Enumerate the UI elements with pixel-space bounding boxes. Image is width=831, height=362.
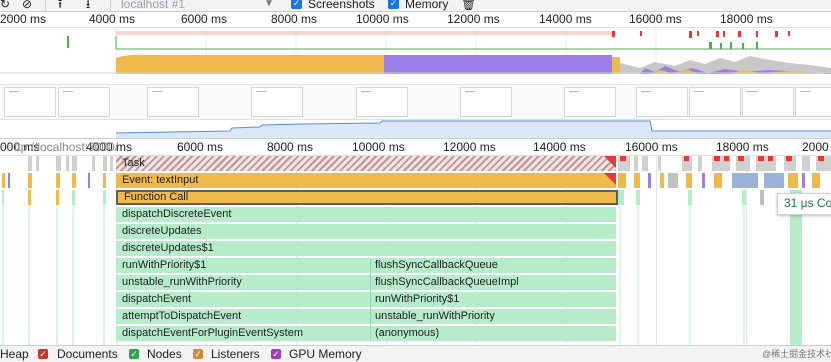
screenshot-thumbnail[interactable] — [795, 87, 831, 117]
main-tick: 8000 ms — [267, 140, 314, 154]
main-tick: 18000 ms — [716, 140, 769, 154]
duration-tooltip: 31 µs Co — [777, 193, 831, 215]
function-call-bar[interactable]: Function Call — [116, 190, 618, 205]
main-tick: 14000 ms — [533, 140, 586, 154]
overview-tick: 6000 ms — [181, 12, 228, 26]
flame-frame-label: (anonymous) — [375, 327, 440, 339]
screenshot-thumbnail[interactable] — [460, 87, 512, 117]
flame-frame-label: flushSyncCallbackQueueImpl — [375, 276, 519, 288]
overview-tick: 16000 ms — [629, 12, 682, 26]
flame-frame[interactable]: discreteUpdates — [116, 224, 616, 239]
main-tick: 6000 ms — [177, 140, 224, 154]
legend-listeners-label: Listeners — [211, 347, 260, 361]
reload-icon[interactable]: ↻ — [0, 0, 10, 11]
main-ruler: 000 ms 4000 ms 6000 ms 8000 ms 10000 ms … — [0, 140, 831, 156]
screenshot-thumbnail[interactable] — [356, 87, 408, 117]
legend-nodes-label: Nodes — [147, 347, 182, 361]
flame-frame[interactable]: dispatchDiscreteEvent — [116, 207, 616, 222]
flame-frame-label: unstable_runWithPriority — [375, 310, 495, 322]
flame-chart[interactable]: Task Event: textInput Function Call disp… — [0, 156, 831, 345]
overview-activity-chart[interactable] — [0, 28, 831, 84]
screenshot-strip[interactable] — [0, 84, 831, 120]
legend-documents-label: Documents — [57, 347, 118, 361]
toolbar: ↻ ⊘ ⭱ ⭳ localhost #1 ▼ ✓ Screenshots ✓ M… — [0, 0, 831, 12]
main-tick: 16000 ms — [625, 140, 678, 154]
target-dropdown-icon[interactable]: ▼ — [264, 0, 274, 11]
screenshot-thumbnail[interactable] — [564, 87, 616, 117]
memory-label: Memory — [405, 0, 449, 11]
flame-frame[interactable]: dispatchEventForPluginEventSystem — [116, 326, 616, 341]
flame-frame[interactable]: discreteUpdates$1 — [116, 241, 616, 256]
overview-tick: 4000 ms — [89, 12, 136, 26]
screenshot-thumbnail[interactable] — [689, 87, 741, 117]
documents-checkbox[interactable]: ✓ — [38, 349, 48, 359]
main-thread-url: ttp://localhost:3000/ — [14, 140, 119, 154]
target-select[interactable]: localhost #1 — [121, 0, 185, 11]
screenshot-thumbnail[interactable] — [147, 87, 199, 117]
toolbar-divider — [110, 0, 111, 11]
listeners-checkbox[interactable]: ✓ — [193, 349, 203, 359]
overview-tick: 18000 ms — [720, 12, 773, 26]
screenshot-thumbnail[interactable] — [251, 87, 303, 117]
memory-checkbox[interactable]: ✓ — [388, 0, 399, 9]
long-task-marker — [604, 156, 616, 168]
watermark: @稀土掘金技术社区 — [762, 349, 831, 359]
overview-tick: 14000 ms — [539, 12, 592, 26]
toolbar-divider — [45, 0, 46, 11]
overview-tick: 12000 ms — [447, 12, 500, 26]
nodes-checkbox[interactable]: ✓ — [129, 349, 139, 359]
flame-frame-label: flushSyncCallbackQueue — [375, 259, 498, 271]
main-tick: 2000 — [802, 140, 829, 154]
gpu-memory-checkbox[interactable]: ✓ — [271, 349, 281, 359]
screenshot-thumbnail[interactable] — [742, 87, 794, 117]
download-icon[interactable]: ⭳ — [86, 0, 90, 11]
right-short-tasks[interactable] — [618, 156, 831, 345]
legend-heap-label: Heap — [0, 347, 29, 361]
frame-divider — [370, 258, 371, 341]
upload-icon[interactable]: ⭱ — [58, 0, 62, 11]
screenshot-thumbnail[interactable] — [58, 87, 110, 117]
long-task-bar[interactable]: Task — [116, 156, 616, 171]
overview-tick: 2000 ms — [0, 12, 47, 26]
screenshot-thumbnail[interactable] — [4, 87, 56, 117]
screenshots-label: Screenshots — [308, 0, 375, 11]
flame-frame-label: runWithPriority$1 — [375, 293, 460, 305]
legend-gpu-memory-label: GPU Memory — [289, 347, 362, 361]
screenshots-checkbox[interactable]: ✓ — [291, 0, 302, 9]
flame-frame[interactable]: unstable_runWithPriority — [116, 275, 616, 290]
main-tick: 10000 ms — [352, 140, 405, 154]
memory-legend: Heap ✓ Documents ✓ Nodes ✓ Listeners ✓ G… — [0, 345, 831, 362]
heap-overview-chart[interactable] — [0, 119, 831, 139]
overview-ruler: 2000 ms 4000 ms 6000 ms 8000 ms 10000 ms… — [0, 12, 831, 28]
left-short-tasks[interactable] — [0, 156, 116, 345]
overview-tick: 8000 ms — [271, 12, 318, 26]
flame-frame[interactable]: attemptToDispatchEvent — [116, 309, 616, 324]
tooltip-text: 31 µs Co — [784, 196, 831, 210]
screenshot-thumbnail[interactable] — [636, 87, 688, 117]
main-tick: 12000 ms — [443, 140, 496, 154]
event-textinput-bar[interactable]: Event: textInput — [116, 173, 616, 188]
overview-tick: 10000 ms — [356, 12, 409, 26]
event-warning-marker — [604, 173, 616, 185]
trash-icon[interactable]: 🗑 — [461, 0, 476, 11]
flame-frame[interactable]: dispatchEvent — [116, 292, 616, 307]
clear-icon[interactable]: ⊘ — [22, 0, 32, 11]
flame-frame[interactable]: runWithPriority$1 — [116, 258, 616, 273]
